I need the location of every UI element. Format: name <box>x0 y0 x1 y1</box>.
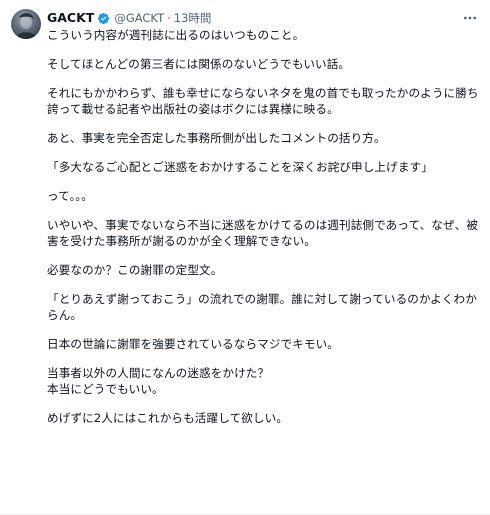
tweet: GACKT @GACKT · 13時間 こういう内容が週刊誌に出るのはいつものこ… <box>0 0 490 515</box>
tweet-paragraph: いやいや、事実でないなら不当に迷惑をかけてるのは週刊誌側であって、なぜ、被害を受… <box>47 218 479 248</box>
tweet-paragraph: 「多大なるご心配とご迷惑をおかけすることを深くお詫び申し上げます」 <box>47 160 433 174</box>
tweet-paragraph: 当事者以外の人間になんの迷惑をかけた？ 本当にどうでもいい。 <box>47 366 270 396</box>
header-separator: · <box>167 11 171 25</box>
tweet-paragraph: って。。。 <box>47 189 93 203</box>
tweet-paragraph: 「とりあえず謝っておこう」の流れでの謝罪。誰に対して謝っているのかよくわからん。 <box>47 292 477 322</box>
tweet-paragraph: めげずに2人にはこれからも活躍して欲しい。 <box>47 411 289 425</box>
more-dots-icon[interactable] <box>460 9 480 27</box>
tweet-paragraph: 日本の世論に謝罪を強要されているならマジでキモい。 <box>47 337 339 351</box>
author-name[interactable]: GACKT <box>47 9 94 27</box>
tweet-paragraph: こういう内容が週刊誌に出るのはいつものこと。 <box>47 28 305 42</box>
avatar[interactable] <box>11 9 41 39</box>
tweet-text: こういう内容が週刊誌に出るのはいつものこと。 そしてほとんどの第三者には関係のな… <box>47 27 479 439</box>
tweet-paragraph: そしてほとんどの第三者には関係のないどうでもいい話。 <box>47 57 351 71</box>
tweet-timestamp[interactable]: 13時間 <box>174 9 212 27</box>
verified-badge-icon <box>97 12 110 25</box>
avatar-image <box>15 13 37 39</box>
author-handle[interactable]: @GACKT <box>114 9 164 27</box>
tweet-paragraph: あと、事実を完全否定した事務所側が出したコメントの括り方。 <box>47 131 386 145</box>
tweet-paragraph: それにもかかわらず、誰も幸せにならないネタを鬼の首でも取ったかのように勝ち誇って… <box>47 86 479 116</box>
tweet-paragraph: 必要なのか？この謝罪の定型文。 <box>47 263 223 277</box>
tweet-header: GACKT @GACKT · 13時間 <box>47 9 211 27</box>
